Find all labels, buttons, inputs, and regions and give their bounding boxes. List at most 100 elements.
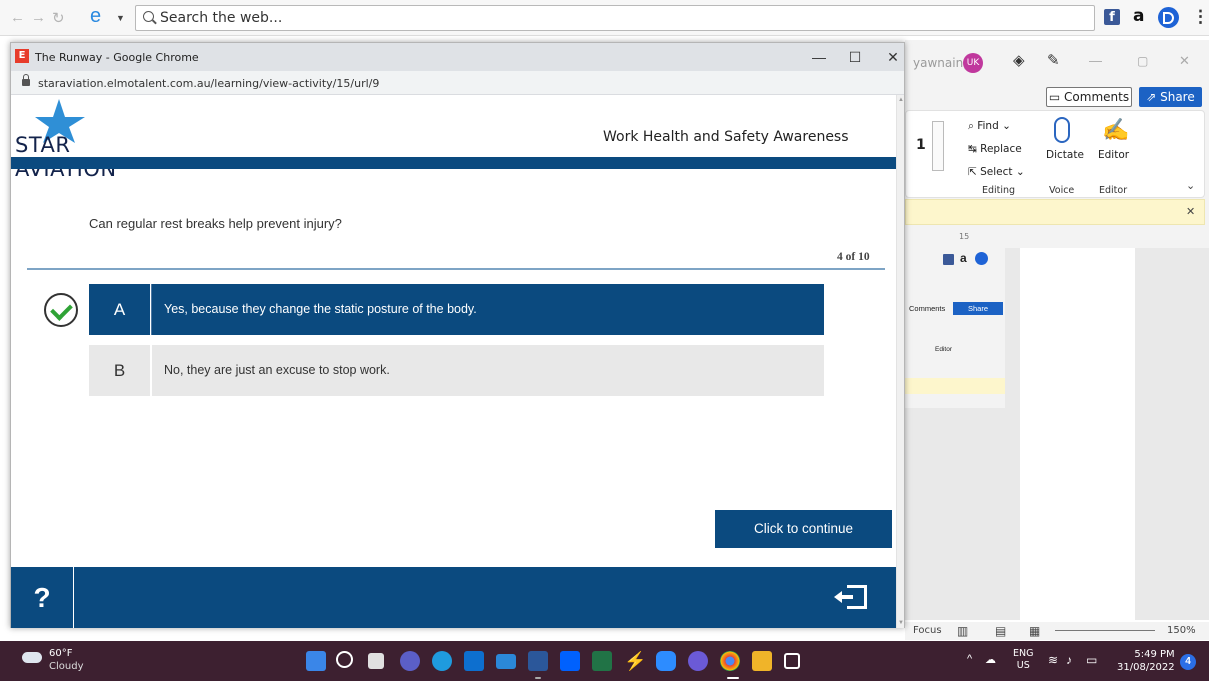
word-close-icon[interactable]: ✕ xyxy=(1179,53,1190,69)
dropbox-icon[interactable] xyxy=(560,651,580,671)
select-label: Select xyxy=(980,166,1013,178)
chrome-icon[interactable] xyxy=(720,651,740,671)
word-running-indicator xyxy=(535,677,541,679)
nested-extension-icon xyxy=(975,252,988,265)
mail-icon[interactable] xyxy=(496,654,516,669)
zoom-slider[interactable] xyxy=(1055,630,1155,631)
share-button[interactable]: ⇗ Share xyxy=(1139,87,1202,107)
date: 31/08/2022 xyxy=(1117,662,1175,673)
pen-icon[interactable]: ✎ xyxy=(1047,51,1060,69)
option-text: Yes, because they change the static post… xyxy=(151,284,824,335)
course-content: STAR AVIATION Work Health and Safety Awa… xyxy=(11,95,896,628)
facebook-extension-icon[interactable]: f xyxy=(1104,9,1120,25)
chevron-up-icon[interactable]: ^ xyxy=(967,653,972,665)
back-icon[interactable]: ← xyxy=(10,9,25,26)
lock-icon[interactable] xyxy=(22,74,30,86)
maximize-icon[interactable]: ☐ xyxy=(841,47,869,67)
focus-label[interactable]: Focus xyxy=(913,625,942,636)
teams-chat-icon[interactable] xyxy=(400,651,420,671)
clock[interactable]: 5:49 PM 31/08/2022 xyxy=(1117,648,1175,674)
ruler-number: 15 xyxy=(959,232,970,241)
web-search-input[interactable] xyxy=(160,9,1060,27)
editor-pen-icon[interactable]: ✍ xyxy=(1102,117,1129,143)
scroll-down-icon[interactable]: ▼ xyxy=(898,620,904,626)
amazon-extension-icon[interactable]: a xyxy=(1133,6,1144,26)
temperature[interactable]: 60°F xyxy=(49,648,72,659)
store-icon[interactable] xyxy=(464,651,484,671)
chevron-down-icon[interactable]: ▼ xyxy=(116,13,125,23)
question-counter: 4 of 10 xyxy=(837,251,870,263)
read-mode-icon[interactable]: ▥ xyxy=(957,624,968,638)
course-title: Work Health and Safety Awareness xyxy=(603,129,849,145)
winamp-icon[interactable]: ⚡ xyxy=(624,651,646,671)
region-code: US xyxy=(1016,660,1030,671)
group-editor-label: Editor xyxy=(1099,185,1128,196)
word-minimize-icon[interactable]: — xyxy=(1089,53,1102,68)
nested-notice-bar xyxy=(905,378,1005,394)
web-search-box[interactable] xyxy=(135,5,1095,31)
star-aviation-logo: STAR AVIATION xyxy=(15,97,175,181)
print-layout-icon[interactable]: ▤ xyxy=(995,624,1006,638)
edge-icon[interactable] xyxy=(432,651,452,671)
dictate-label[interactable]: Dictate xyxy=(1046,149,1084,161)
popup-title: The Runway - Google Chrome xyxy=(35,51,199,64)
scroll-up-icon[interactable]: ▲ xyxy=(898,97,904,103)
forward-icon[interactable]: → xyxy=(31,9,46,26)
weather-condition: Cloudy xyxy=(49,661,84,672)
font-size-spinner[interactable] xyxy=(932,121,944,171)
extension-d-icon[interactable] xyxy=(1158,7,1179,28)
replace-label: Replace xyxy=(980,143,1022,155)
language-indicator[interactable]: ENG US xyxy=(1013,648,1033,672)
help-button[interactable]: ? xyxy=(11,567,74,628)
replace-icon: ↹ xyxy=(968,143,981,155)
microphone-icon[interactable] xyxy=(1054,117,1070,143)
exit-icon[interactable] xyxy=(834,585,867,609)
replace-button[interactable]: ↹ Replace xyxy=(968,143,1022,155)
web-layout-icon[interactable]: ▦ xyxy=(1029,624,1040,638)
task-view-icon[interactable] xyxy=(368,653,384,669)
word-app-icon[interactable] xyxy=(528,651,548,671)
course-footer: ? xyxy=(11,567,896,628)
windows-start-icon[interactable] xyxy=(306,651,326,671)
file-explorer-icon[interactable] xyxy=(752,651,772,671)
word-maximize-icon[interactable]: ▢ xyxy=(1137,54,1148,68)
scrollbar[interactable]: ▲ ▼ xyxy=(896,95,904,628)
search-taskbar-icon[interactable] xyxy=(336,651,353,668)
nested-window-thumbnail: a Comments Share Editor xyxy=(905,248,1005,408)
avatar[interactable]: UK xyxy=(963,53,983,73)
editor-label[interactable]: Editor xyxy=(1098,149,1129,161)
cloud-icon[interactable] xyxy=(22,652,42,663)
answer-option-a[interactable]: A Yes, because they change the static po… xyxy=(89,284,824,335)
notification-badge[interactable]: 4 xyxy=(1180,654,1196,670)
cloud-sync-icon[interactable]: ☁ xyxy=(985,653,996,666)
correct-check-icon xyxy=(44,293,78,327)
browser-logo-icon[interactable]: e xyxy=(90,5,101,28)
snip-tool-icon[interactable] xyxy=(784,653,800,669)
answer-option-b[interactable]: B No, they are just an excuse to stop wo… xyxy=(89,345,824,396)
find-button[interactable]: ⌕ Find ⌄ xyxy=(968,120,1011,133)
wifi-icon[interactable]: ≋ xyxy=(1048,653,1058,667)
select-button[interactable]: ⇱ Select ⌄ xyxy=(968,166,1025,178)
font-size-value[interactable]: 1 xyxy=(916,137,926,153)
volume-icon[interactable]: ♪ xyxy=(1066,653,1072,667)
excel-icon[interactable] xyxy=(592,651,612,671)
notice-close-icon[interactable]: ✕ xyxy=(1186,205,1195,218)
language-code: ENG xyxy=(1013,648,1034,659)
refresh-icon[interactable]: ↻ xyxy=(52,9,65,27)
app-ring-icon[interactable] xyxy=(688,651,708,671)
zoom-icon[interactable] xyxy=(656,651,676,671)
popup-url-bar[interactable]: staraviation.elmotalent.com.au/learning/… xyxy=(11,71,904,95)
close-icon[interactable]: ✕ xyxy=(879,47,907,67)
diamond-icon[interactable]: ◈ xyxy=(1013,51,1025,69)
more-menu-icon[interactable]: ⋮ xyxy=(1192,7,1209,27)
battery-icon[interactable]: ▭ xyxy=(1086,653,1097,667)
continue-button[interactable]: Click to continue xyxy=(715,510,892,548)
divider xyxy=(27,268,885,270)
comments-button[interactable]: ▭ Comments xyxy=(1046,87,1132,107)
zoom-level[interactable]: 150% xyxy=(1167,625,1196,636)
cursor-icon: ⇱ xyxy=(968,166,981,178)
ribbon-collapse-icon[interactable]: ⌄ xyxy=(1186,179,1195,192)
nested-share-label: Share xyxy=(953,302,1003,315)
minimize-icon[interactable]: — xyxy=(805,47,833,67)
comment-icon: ▭ xyxy=(1048,90,1065,104)
